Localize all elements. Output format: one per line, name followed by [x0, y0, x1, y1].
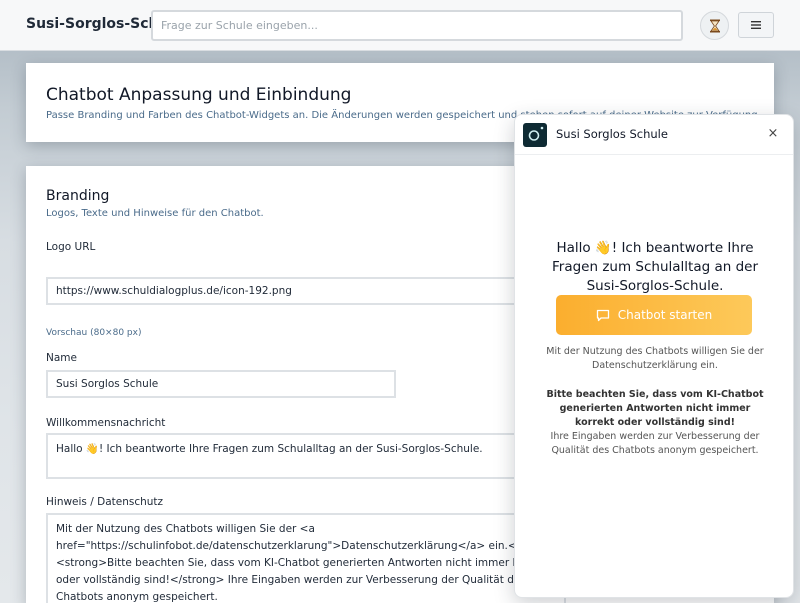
- logo-preview-hint: Vorschau (80×80 px): [46, 328, 142, 338]
- chat-logo-icon: [528, 126, 544, 141]
- privacy-note-field[interactable]: Mit der Nutzung des Chatbots willigen Si…: [46, 513, 566, 603]
- page-title: Chatbot Anpassung und Einbindung: [46, 85, 352, 105]
- start-chat-button[interactable]: Chatbot starten: [556, 295, 752, 335]
- message-icon: [596, 309, 609, 321]
- name-label: Name: [46, 352, 77, 364]
- chat-warning-text: Ihre Eingaben werden zur Verbesserung de…: [550, 431, 760, 456]
- menu-button[interactable]: [738, 12, 774, 38]
- branding-subtitle: Logos, Texte und Hinweise für den Chatbo…: [46, 208, 264, 219]
- top-bar: Susi-Sorglos-Schule: [0, 0, 800, 51]
- hourglass-icon: [709, 19, 720, 32]
- logo-url-label: Logo URL: [46, 241, 96, 253]
- hourglass-button[interactable]: [700, 11, 729, 40]
- chat-welcome-message: Hallo 👋! Ich beantworte Ihre Fragen zum …: [551, 240, 758, 294]
- search-input[interactable]: [151, 10, 683, 41]
- welcome-label: Willkommensnachricht: [46, 417, 166, 429]
- welcome-message-field[interactable]: Hallo 👋! Ich beantworte Ihre Fragen zum …: [46, 433, 566, 479]
- logo-url-field[interactable]: [46, 277, 566, 305]
- branding-title: Branding: [46, 188, 110, 204]
- chat-widget: Susi Sorglos Schule × Hallo 👋! Ich beant…: [514, 114, 794, 598]
- chat-header: Susi Sorglos Schule ×: [515, 115, 793, 155]
- chat-title: Susi Sorglos Schule: [556, 127, 668, 141]
- chat-privacy-note: Mit der Nutzung des Chatbots willigen Si…: [546, 346, 764, 371]
- start-chat-label: Chatbot starten: [617, 308, 713, 322]
- close-icon[interactable]: ×: [765, 126, 781, 142]
- chat-warning-bold: Bitte beachten Sie, dass vom KI-Chatbot …: [546, 389, 764, 428]
- chat-warning: Bitte beachten Sie, dass vom KI-Chatbot …: [545, 388, 765, 458]
- hamburger-icon: [751, 21, 761, 29]
- privacy-label: Hinweis / Datenschutz: [46, 496, 164, 508]
- name-field[interactable]: [46, 370, 396, 398]
- chat-logo: [523, 123, 547, 147]
